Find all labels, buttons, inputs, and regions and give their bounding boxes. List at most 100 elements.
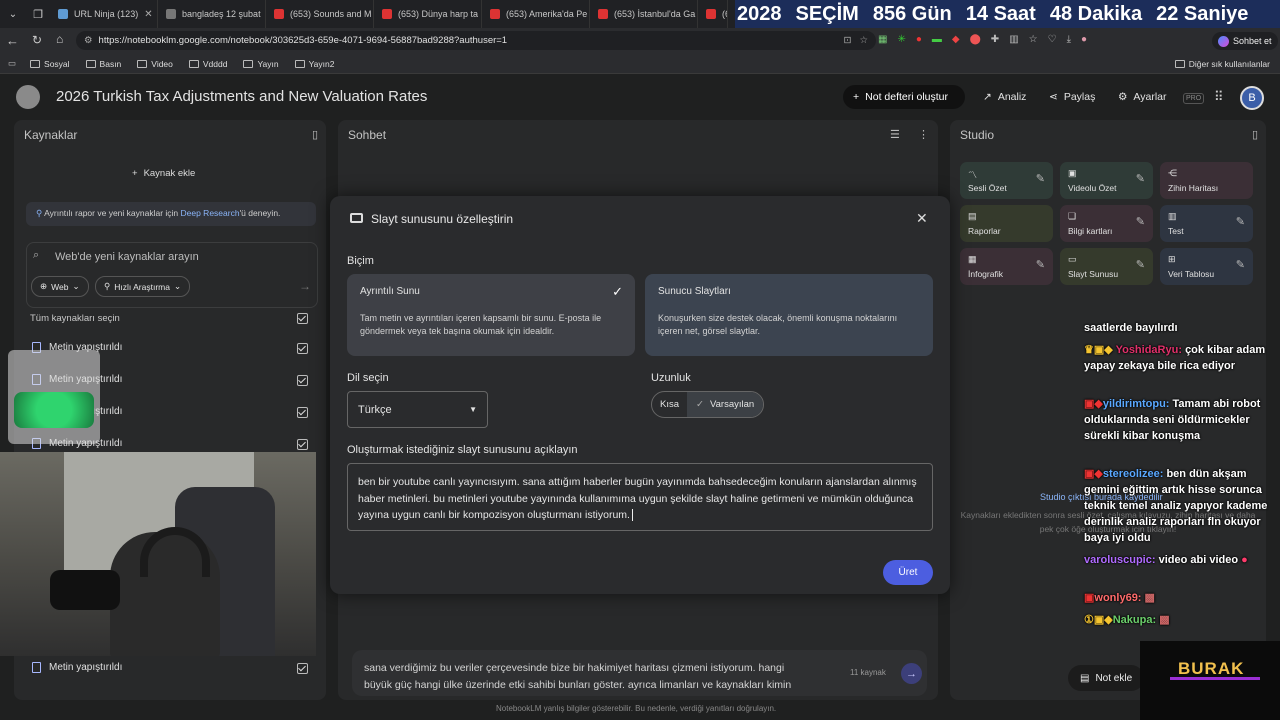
- source-checkbox[interactable]: [297, 663, 308, 674]
- bookmark-folder[interactable]: Basın: [85, 59, 121, 69]
- site-info-icon[interactable]: ⚙: [84, 35, 93, 46]
- extension-icon[interactable]: ◆: [952, 34, 960, 45]
- tab-close-icon[interactable]: ✕: [144, 9, 152, 20]
- tune-icon[interactable]: ☰: [890, 128, 900, 141]
- sidebar-icon[interactable]: ▥: [1009, 34, 1018, 45]
- browser-tab[interactable]: (6: [698, 0, 728, 28]
- add-note-button[interactable]: ▤ Not ekle: [1068, 665, 1145, 691]
- studio-tile-quiz[interactable]: ▥ Test ✎: [1160, 205, 1253, 242]
- studio-tile-mindmap[interactable]: ⋲ Zihin Haritası: [1160, 162, 1253, 199]
- studio-tile-audio[interactable]: 〽 Sesli Özet ✎: [960, 162, 1053, 199]
- bookmark-folder[interactable]: Video: [137, 59, 173, 69]
- language-select[interactable]: Türkçe ▼: [347, 391, 488, 428]
- add-source-button[interactable]: + Kaynak ekle: [132, 168, 195, 179]
- studio-tile-datatable[interactable]: ⊞ Veri Tablosu ✎: [1160, 248, 1253, 285]
- close-icon[interactable]: ✕: [916, 210, 928, 227]
- bookmark-folder[interactable]: Sosyal: [30, 59, 70, 69]
- collapse-panel-icon[interactable]: ▯: [1252, 128, 1258, 141]
- settings-button[interactable]: ⚙ Ayarlar: [1108, 85, 1177, 109]
- stream-chat-user: YoshidaRyu:: [1115, 344, 1182, 356]
- browser-tab[interactable]: (653) İstanbul'da Ga✕: [590, 0, 698, 28]
- extension-icon[interactable]: ⬤: [970, 34, 981, 45]
- studio-tile-slides[interactable]: ▭ Slayt Sunusu ✎: [1060, 248, 1153, 285]
- url-input[interactable]: ⚙ https://notebooklm.google.com/notebook…: [76, 31, 876, 50]
- back-icon[interactable]: ←: [6, 33, 19, 48]
- extension-icon[interactable]: ✳: [897, 34, 905, 45]
- source-checkbox[interactable]: [297, 375, 308, 386]
- apps-grid-icon[interactable]: ⠿: [1214, 89, 1224, 105]
- bookmark-folder[interactable]: Vdddd: [188, 59, 227, 69]
- select-all-checkbox[interactable]: [297, 313, 308, 324]
- extension-icon[interactable]: ▦: [878, 34, 887, 45]
- chat-button[interactable]: Sohbet et: [1212, 32, 1278, 50]
- extension-icon[interactable]: ●: [916, 34, 922, 45]
- description-textarea[interactable]: ben bir youtube canlı yayıncısıyım. sana…: [347, 463, 933, 531]
- pro-badge: PRO: [1183, 93, 1205, 104]
- chat-input[interactable]: sana verdiğimiz bu veriler çerçevesinde …: [352, 650, 927, 696]
- source-item[interactable]: Metin yapıştırıldı: [32, 662, 122, 673]
- studio-tile-label: Sesli Özet: [968, 183, 1007, 193]
- star-icon[interactable]: ☆: [859, 35, 868, 46]
- studio-tile-reports[interactable]: ▤ Raporlar: [960, 205, 1053, 242]
- length-short-option[interactable]: Kısa: [652, 392, 687, 417]
- studio-tile-flashcards[interactable]: ❏ Bilgi kartları ✎: [1060, 205, 1153, 242]
- web-search-box[interactable]: ⌕ Web'de yeni kaynaklar arayın ⊕ Web ⌄ ⚲ Hı…: [26, 242, 318, 308]
- more-icon[interactable]: ⋮: [918, 128, 929, 141]
- election-countdown-overlay: 2028 SEÇİM 856 Gün 14 Saat 48 Dakika 22 …: [735, 0, 1280, 28]
- studio-tile-infographic[interactable]: ▦ İnfografik ✎: [960, 248, 1053, 285]
- install-icon[interactable]: ⊡: [844, 35, 852, 46]
- edit-icon[interactable]: ✎: [1136, 215, 1145, 228]
- check-icon: ✓: [612, 284, 623, 299]
- edit-icon[interactable]: ✎: [1036, 258, 1045, 271]
- app-header: 2026 Turkish Tax Adjustments and New Val…: [0, 75, 1280, 119]
- avatar[interactable]: B: [1240, 86, 1264, 110]
- browser-tab[interactable]: (653) Sounds and M✕: [266, 0, 374, 28]
- web-chip[interactable]: ⊕ Web ⌄: [31, 276, 89, 297]
- studio-tile-video[interactable]: ▣ Videolu Özet ✎: [1060, 162, 1153, 199]
- extension-icon[interactable]: ▬: [932, 34, 942, 45]
- new-notebook-button[interactable]: + Not defteri oluştur: [843, 85, 965, 109]
- download-icon[interactable]: ⤓: [1067, 34, 1071, 45]
- send-button[interactable]: →: [901, 663, 922, 684]
- bookmark-icon[interactable]: ☆: [1029, 34, 1038, 45]
- generate-button[interactable]: Üret: [883, 560, 933, 585]
- collapse-panel-icon[interactable]: ▯: [312, 128, 318, 141]
- research-chip[interactable]: ⚲ Hızlı Araştırma ⌄: [95, 276, 191, 297]
- share-button[interactable]: ⋖ Paylaş: [1039, 85, 1105, 109]
- browser-tab[interactable]: bangladeş 12 şubat✕: [158, 0, 266, 28]
- deep-research-prefix: Ayrıntılı rapor ve yeni kaynaklar için: [44, 208, 181, 218]
- extension-icon[interactable]: ✚: [991, 34, 999, 45]
- reload-icon[interactable]: ↻: [32, 33, 42, 47]
- slides-icon: [350, 213, 363, 223]
- source-checkbox[interactable]: [297, 343, 308, 354]
- browser-tab[interactable]: (653) Amerika'da Pe✕: [482, 0, 590, 28]
- apps-icon[interactable]: ▭: [8, 58, 16, 69]
- format-option-detailed[interactable]: Ayrıntılı Sunu Tam metin ve ayrıntıları …: [347, 274, 635, 356]
- edit-icon[interactable]: ✎: [1136, 258, 1145, 271]
- submit-arrow-icon[interactable]: →: [299, 279, 311, 293]
- notebook-logo[interactable]: [16, 85, 40, 109]
- length-default-option[interactable]: ✓ Varsayılan: [687, 392, 764, 417]
- edit-icon[interactable]: ✎: [1136, 172, 1145, 185]
- other-bookmarks[interactable]: Diğer sık kullanılanlar: [1174, 59, 1270, 69]
- analysis-button[interactable]: ↗ Analiz: [973, 85, 1036, 109]
- profile-icon[interactable]: ●: [1081, 34, 1087, 45]
- report-icon: ▤: [968, 211, 977, 221]
- home-icon[interactable]: ⌂: [56, 32, 63, 46]
- bookmark-folder[interactable]: Yayın2: [294, 59, 334, 69]
- workspaces-icon[interactable]: ❐: [26, 8, 50, 21]
- page-title: 2026 Turkish Tax Adjustments and New Val…: [56, 88, 428, 105]
- bookmark-folder[interactable]: Yayın: [243, 59, 279, 69]
- source-checkbox[interactable]: [297, 439, 308, 450]
- edit-icon[interactable]: ✎: [1036, 172, 1045, 185]
- edit-icon[interactable]: ✎: [1236, 215, 1245, 228]
- edit-icon[interactable]: ✎: [1236, 258, 1245, 271]
- deep-research-link[interactable]: Deep Research: [181, 208, 240, 218]
- tab-search-icon[interactable]: ⌄: [0, 0, 26, 28]
- source-checkbox[interactable]: [297, 407, 308, 418]
- search-input[interactable]: Web'de yeni kaynaklar arayın: [55, 251, 199, 263]
- browser-tab[interactable]: (653) Dünya harp ta✕: [374, 0, 482, 28]
- heart-icon[interactable]: ♡: [1048, 34, 1057, 45]
- browser-tab[interactable]: URL Ninja (123) ✕: [50, 0, 158, 28]
- format-option-presenter[interactable]: Sunucu Slaytları Konuşurken size destek …: [645, 274, 933, 356]
